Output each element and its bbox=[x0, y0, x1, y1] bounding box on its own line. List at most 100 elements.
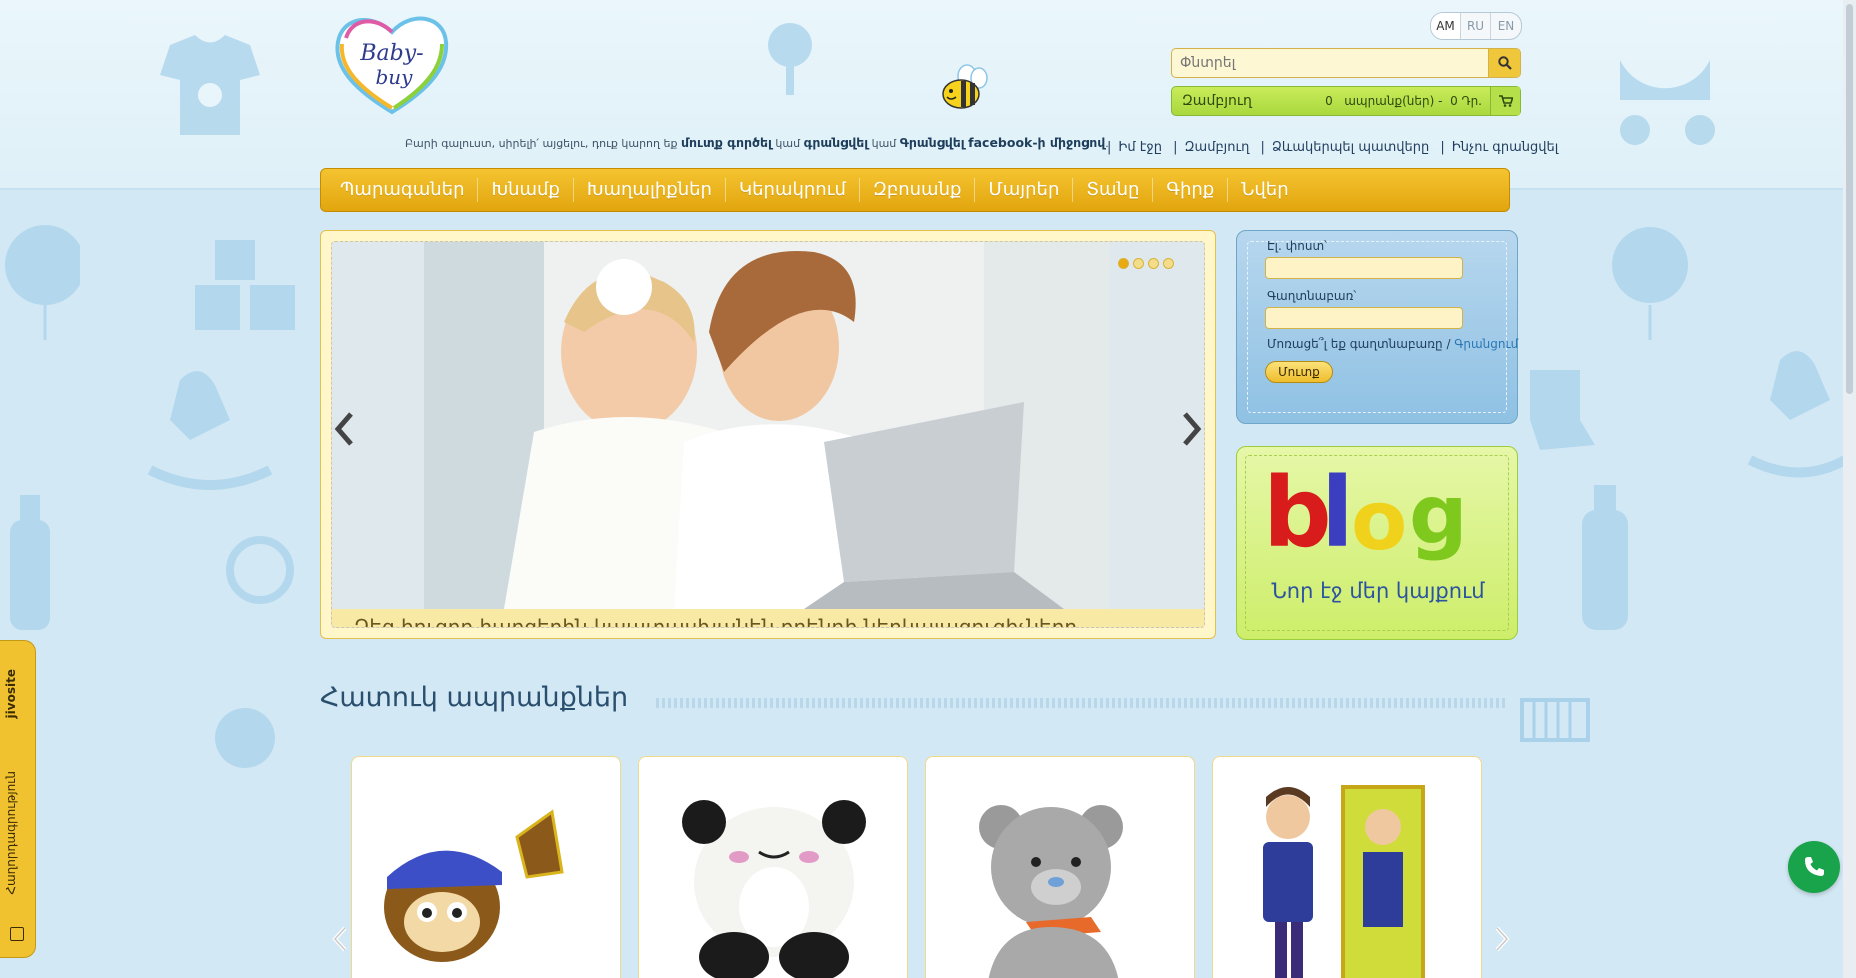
language-switcher: AM RU EN bbox=[1430, 12, 1522, 40]
chevron-left-icon bbox=[334, 412, 353, 446]
blog-letter-l: l bbox=[1321, 461, 1354, 561]
bib-icon bbox=[215, 708, 275, 768]
cart-button[interactable] bbox=[1490, 87, 1520, 115]
jivosite-brand: jivosite bbox=[4, 669, 18, 719]
cart-count: 0 bbox=[1325, 94, 1333, 108]
slide-image[interactable] bbox=[424, 242, 1110, 609]
cart-link[interactable]: Զամբյուղ bbox=[1185, 140, 1250, 155]
forgot-password-link[interactable]: Մոռացե՞լ եք գաղտնաբառը bbox=[1267, 337, 1443, 351]
site-logo[interactable]: Baby- buy bbox=[332, 8, 452, 118]
nav-item-feeding[interactable]: Կերակրում bbox=[726, 178, 860, 202]
chat-icon bbox=[10, 927, 24, 941]
main-nav: Պարագաներ Խնամք Խաղալիքներ Կերակրում Զբո… bbox=[320, 168, 1510, 212]
search-icon bbox=[1497, 56, 1512, 70]
welcome-prefix: Բարի գալուստ, սիրելի՛ այցելու, դուք կարո… bbox=[405, 137, 678, 150]
product-image bbox=[384, 809, 564, 962]
bee-icon bbox=[942, 64, 988, 109]
rocking-horse-icon bbox=[1747, 351, 1848, 478]
checkout-link[interactable]: Ձևակերպել պատվերը bbox=[1272, 140, 1429, 155]
register-link[interactable]: Գրանցում bbox=[1454, 337, 1518, 351]
welcome-text: Բարի գալուստ, սիրելի՛ այցելու, դուք կարո… bbox=[405, 135, 1109, 150]
nav-item-books[interactable]: Գիրք bbox=[1153, 178, 1229, 202]
search-input[interactable] bbox=[1172, 49, 1488, 77]
phone-icon bbox=[1805, 857, 1824, 876]
blog-tagline: Նոր էջ մեր կայքում bbox=[1271, 579, 1485, 603]
nav-item-mothers[interactable]: Մայրեր bbox=[975, 178, 1074, 202]
cart-icon bbox=[1498, 95, 1513, 107]
logo-text-bottom: buy bbox=[376, 65, 414, 89]
slider-next-button[interactable] bbox=[1177, 409, 1207, 449]
blog-banner[interactable]: b l o g Նոր էջ մեր կայքում bbox=[1236, 446, 1518, 640]
chevron-left-icon bbox=[332, 926, 347, 952]
balloon-heart-icon bbox=[5, 225, 80, 340]
featured-prev-button[interactable] bbox=[328, 924, 352, 954]
live-chat-tab[interactable]: jivosite Հաղորդագրություն bbox=[0, 640, 36, 958]
page-scrollbar[interactable] bbox=[1843, 0, 1856, 978]
facebook-via-link[interactable]: facebook-ի միջոցով bbox=[968, 135, 1105, 150]
scrollbar-thumb[interactable] bbox=[1846, 4, 1853, 394]
chat-tab-label: Հաղորդագրություն bbox=[4, 771, 18, 895]
password-label: Գաղտնաբառ՝ bbox=[1267, 289, 1357, 303]
email-label: Էլ. փոստ՝ bbox=[1267, 239, 1327, 253]
login-link[interactable]: մուտք գործել bbox=[681, 135, 772, 150]
slider-dot[interactable] bbox=[1118, 258, 1129, 269]
product-image bbox=[979, 805, 1123, 978]
slide-caption[interactable]: Ձեզ հուզող հարցերին կպատասխանեն բրենդի ն… bbox=[332, 609, 1204, 627]
nav-item-gifts[interactable]: Նվեր bbox=[1228, 178, 1301, 202]
crib-icon bbox=[1520, 698, 1590, 742]
top-links: | Իմ էջը | Զամբյուղ | Ձևակերպել պատվերը | Ին… bbox=[1107, 140, 1559, 155]
nav-item-home[interactable]: Տանը bbox=[1073, 178, 1154, 202]
my-page-link[interactable]: Իմ էջը bbox=[1118, 140, 1162, 155]
product-card[interactable] bbox=[638, 756, 908, 978]
lang-am[interactable]: AM bbox=[1431, 13, 1461, 39]
cart-items-text: ապրանք(ներ) - bbox=[1344, 94, 1443, 108]
stroller-icon bbox=[1620, 60, 1715, 145]
slider-dot[interactable] bbox=[1133, 258, 1144, 269]
cart-summary: 0 ապրանք(ներ) - 0 Դր. bbox=[1322, 94, 1490, 108]
nav-item-care[interactable]: Խնամք bbox=[478, 178, 574, 202]
rocking-horse-icon bbox=[147, 371, 273, 490]
welcome-or: կամ bbox=[775, 137, 801, 150]
balloon-heart-icon bbox=[1612, 227, 1688, 340]
nav-item-toys[interactable]: Խաղալիքներ bbox=[574, 178, 726, 202]
bottle-icon bbox=[10, 495, 50, 630]
forgot-row: Մոռացե՞լ եք գաղտնաբառը / Գրանցում bbox=[1267, 337, 1519, 351]
pacifier-icon bbox=[226, 536, 294, 604]
slider-dots bbox=[1118, 258, 1174, 269]
nav-item-strolling[interactable]: Զբոսանք bbox=[860, 178, 976, 202]
lang-en[interactable]: EN bbox=[1491, 13, 1521, 39]
onesie-icon bbox=[160, 35, 260, 135]
hero-slider: Ձեզ հուզող հարցերին կպատասխանեն բրենդի ն… bbox=[320, 230, 1216, 639]
page-container: Baby- buy AM RU EN Զամբյուղ 0 ապրանք(ներ… bbox=[320, 0, 1590, 978]
product-card[interactable] bbox=[925, 756, 1195, 978]
why-register-link[interactable]: Ինչու գրանցվել bbox=[1452, 140, 1558, 155]
lang-ru[interactable]: RU bbox=[1461, 13, 1491, 39]
slider-prev-button[interactable] bbox=[329, 409, 359, 449]
featured-title: Հատուկ ապրանքներ bbox=[320, 682, 629, 713]
chevron-right-icon bbox=[1183, 412, 1202, 446]
product-card[interactable] bbox=[1212, 756, 1482, 978]
product-card[interactable] bbox=[351, 756, 621, 978]
search-box bbox=[1171, 48, 1521, 78]
blog-logo: b l o g bbox=[1263, 461, 1468, 561]
call-button[interactable] bbox=[1788, 841, 1840, 893]
product-image bbox=[682, 800, 866, 978]
email-field[interactable] bbox=[1265, 257, 1463, 279]
cart-total: 0 Դր. bbox=[1450, 94, 1482, 108]
blocks-icon bbox=[195, 240, 295, 330]
facebook-register-link[interactable]: Գրանցվել bbox=[900, 135, 965, 150]
blog-letter-g: g bbox=[1409, 468, 1468, 561]
register-link[interactable]: գրանցվել bbox=[804, 135, 869, 150]
login-button[interactable]: Մուտք bbox=[1265, 361, 1333, 383]
featured-next-button[interactable] bbox=[1490, 924, 1514, 954]
password-field[interactable] bbox=[1265, 307, 1463, 329]
bottle-icon bbox=[1582, 485, 1628, 630]
cart-bar[interactable]: Զամբյուղ 0 ապրանք(ներ) - 0 Դր. bbox=[1171, 86, 1521, 116]
slider-dot[interactable] bbox=[1148, 258, 1159, 269]
nav-item-accessories[interactable]: Պարագաներ bbox=[327, 178, 479, 202]
search-button[interactable] bbox=[1488, 49, 1520, 77]
sock-icon bbox=[1530, 370, 1595, 450]
slider-dot[interactable] bbox=[1163, 258, 1174, 269]
login-box: Էլ. փոստ՝ Գաղտնաբառ՝ Մոռացե՞լ եք գաղտնաբ… bbox=[1236, 230, 1518, 424]
welcome-or: կամ bbox=[871, 137, 897, 150]
